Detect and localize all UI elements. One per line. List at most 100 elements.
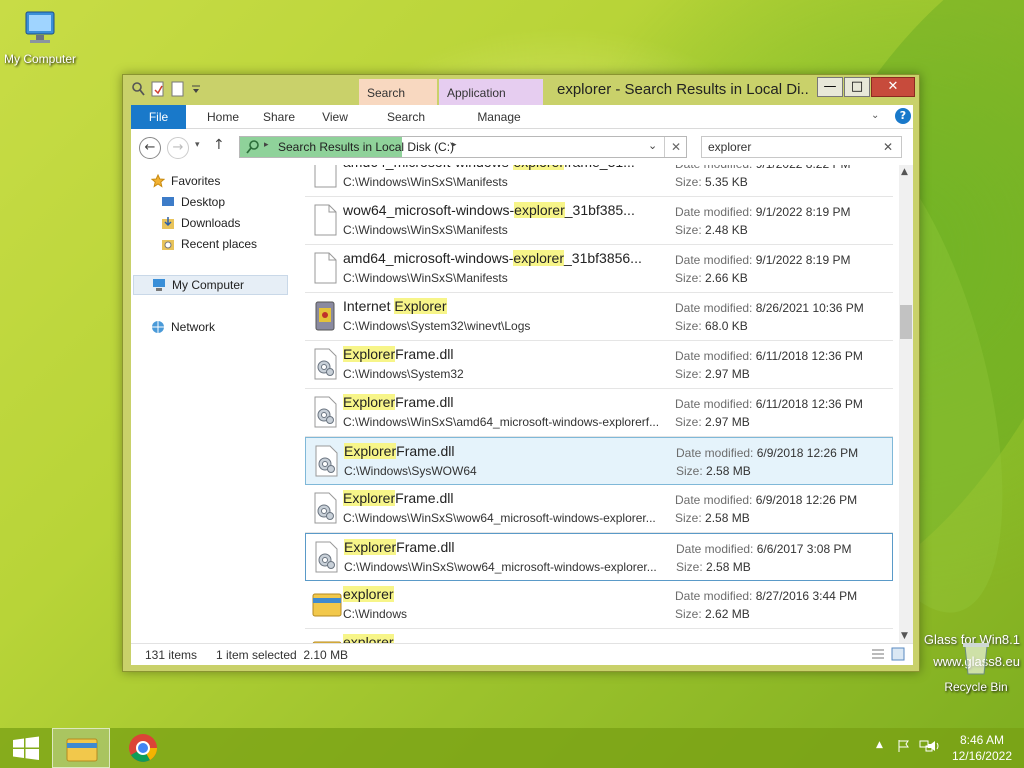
file-name-prefix: amd64_microsoft-windows- (343, 165, 513, 170)
flag-icon[interactable] (896, 738, 912, 757)
taskbar-chrome[interactable] (118, 728, 168, 768)
customize-qat-icon[interactable] (191, 81, 201, 97)
file-name: explorer (343, 586, 663, 604)
file-size: Size: 5.35 KB (675, 175, 748, 189)
up-button[interactable]: ↑ (213, 137, 225, 153)
file-path: C:\Windows\SysWOW64 (344, 464, 477, 478)
tab-home[interactable]: Home (195, 105, 251, 129)
file-name-suffix: _31bf385... (564, 202, 635, 218)
result-row[interactable]: amd64_microsoft-windows-explorer_31bf385… (305, 245, 893, 293)
nav-item-recent-places[interactable]: Recent places (161, 234, 257, 254)
taskbar-file-explorer[interactable] (52, 728, 110, 768)
file-path: C:\Windows\WinSxS\wow64_microsoft-window… (343, 511, 656, 525)
file-path: C:\Windows\WinSxS\Manifests (343, 271, 508, 285)
size-value: 2.58 MB (706, 560, 751, 574)
nav-label: Desktop (181, 195, 226, 209)
nav-item-my-computer[interactable]: My Computer (133, 275, 288, 295)
search-icon[interactable] (131, 81, 145, 97)
desktop-icon-recycle-bin[interactable]: Recycle Bin (936, 640, 1016, 694)
file-size: Size: 2.58 MB (675, 511, 750, 525)
nav-item-favorites[interactable]: Favorites (150, 171, 220, 191)
search-box[interactable]: explorer ✕ (701, 136, 902, 158)
result-row[interactable]: Internet Explorer C:\Windows\System32\win… (305, 293, 893, 341)
search-hit-highlight: Explorer (344, 443, 397, 459)
search-hit-highlight: explorer (514, 202, 565, 218)
file-size: Size: 2.58 MB (676, 464, 751, 478)
show-hidden-icons-icon[interactable]: ▲ (876, 740, 883, 750)
file-name-suffix: _31bf3856... (564, 250, 642, 266)
back-button[interactable]: ← (139, 137, 161, 159)
title-bar[interactable]: Search Tools Application Tools explorer … (123, 75, 919, 128)
status-bar: 131 items 1 item selected 2.10 MB (131, 643, 913, 665)
date-modified-label: Date modified: (676, 542, 754, 556)
result-row[interactable]: ExplorerFrame.dll C:\Windows\System32 Date… (305, 341, 893, 389)
clock[interactable]: 8:46 AM 12/16/2022 (952, 732, 1012, 764)
file-name: amd64_microsoft-windows-explorerframe_31… (343, 165, 663, 172)
desktop-icon-my-computer[interactable]: My Computer (0, 8, 80, 66)
event-log-icon (311, 300, 339, 332)
clear-search-icon[interactable]: ✕ (883, 140, 893, 154)
size-value: 2.58 MB (706, 464, 751, 478)
address-bar[interactable]: ▸ Search Results in Local Disk (C:) ▸ ⌄ … (239, 136, 687, 158)
date-modified: Date modified: 6/9/2018 12:26 PM (676, 446, 858, 460)
date-modified: Date modified: 9/1/2022 8:19 PM (675, 253, 850, 267)
date-modified-label: Date modified: (675, 253, 753, 267)
large-icons-view-icon[interactable] (891, 647, 905, 664)
file-name: ExplorerFrame.dll (343, 394, 663, 412)
size-value: 2.48 KB (705, 223, 748, 237)
search-input[interactable]: explorer (708, 140, 751, 154)
result-row[interactable]: ExplorerFrame.dll C:\Windows\SysWOW64 Date… (305, 437, 893, 485)
window-title: explorer - Search Results in Local Di... (557, 81, 809, 98)
nav-item-downloads[interactable]: Downloads (161, 213, 240, 233)
close-button[interactable]: ✕ (871, 77, 915, 97)
nav-label: My Computer (172, 278, 245, 292)
forward-button[interactable]: → (167, 137, 189, 159)
help-button[interactable]: ? (895, 108, 911, 124)
clock-date: 12/16/2022 (951, 749, 1012, 763)
result-row[interactable]: explorer (305, 629, 893, 643)
nav-item-desktop[interactable]: Desktop (161, 192, 225, 212)
details-view-icon[interactable] (871, 648, 885, 663)
address-dropdown-icon[interactable]: ⌄ (648, 139, 657, 152)
size-label: Size: (675, 223, 702, 237)
file-size: Size: 2.97 MB (675, 367, 750, 381)
item-count: 131 items (145, 648, 198, 662)
date-modified-value: 6/6/2017 3:08 PM (756, 542, 852, 556)
maximize-button[interactable]: □ (844, 77, 870, 97)
breadcrumb-chevron-icon[interactable]: ▸ (452, 140, 457, 150)
tab-file[interactable]: File (131, 105, 186, 129)
scroll-up-icon[interactable]: ▲ (901, 167, 908, 177)
tab-manage[interactable]: Manage (447, 105, 551, 129)
new-folder-icon[interactable] (171, 81, 185, 97)
dll-file-icon (311, 348, 339, 380)
start-button[interactable] (6, 728, 46, 768)
size-label: Size: (675, 415, 702, 429)
date-modified-value: 8/26/2021 10:36 PM (755, 301, 864, 315)
result-row[interactable]: wow64_microsoft-windows-explorer_31bf385… (305, 197, 893, 245)
properties-icon[interactable] (151, 81, 165, 97)
date-modified-value: 9/1/2022 8:19 PM (755, 253, 851, 267)
breadcrumb-chevron-icon[interactable]: ▸ (264, 140, 269, 150)
vertical-scrollbar[interactable]: ▲ ▼ (899, 165, 913, 643)
scroll-down-icon[interactable]: ▼ (901, 631, 908, 641)
cancel-search-button[interactable]: ✕ (664, 137, 687, 157)
result-row[interactable]: ExplorerFrame.dll C:\Windows\WinSxS\wow64… (305, 485, 893, 533)
tab-view[interactable]: View (307, 105, 363, 129)
result-row[interactable]: explorer C:\Windows Date modified: 8/27/20… (305, 581, 893, 629)
minimize-button[interactable]: — (817, 77, 843, 97)
desktop-icon-label: Recycle Bin (944, 680, 1008, 694)
tab-search[interactable]: Search (367, 105, 445, 129)
tab-share[interactable]: Share (251, 105, 307, 129)
date-modified-value: 6/9/2018 12:26 PM (755, 493, 858, 507)
quick-access-toolbar (131, 81, 201, 97)
expand-ribbon-icon[interactable]: ⌄ (871, 110, 879, 121)
result-row[interactable]: ExplorerFrame.dll C:\Windows\WinSxS\amd64… (305, 389, 893, 437)
recent-locations-icon[interactable]: ▾ (195, 140, 200, 150)
file-name-suffix: Frame.dll (396, 539, 455, 555)
size-value: 68.0 KB (705, 319, 748, 333)
scrollbar-thumb[interactable] (900, 305, 912, 339)
volume-icon[interactable] (922, 738, 942, 757)
result-row[interactable]: amd64_microsoft-windows-explorerframe_31… (305, 165, 893, 197)
result-row[interactable]: ExplorerFrame.dll C:\Windows\WinSxS\wow64… (305, 533, 893, 581)
nav-item-network[interactable]: Network (151, 317, 215, 337)
